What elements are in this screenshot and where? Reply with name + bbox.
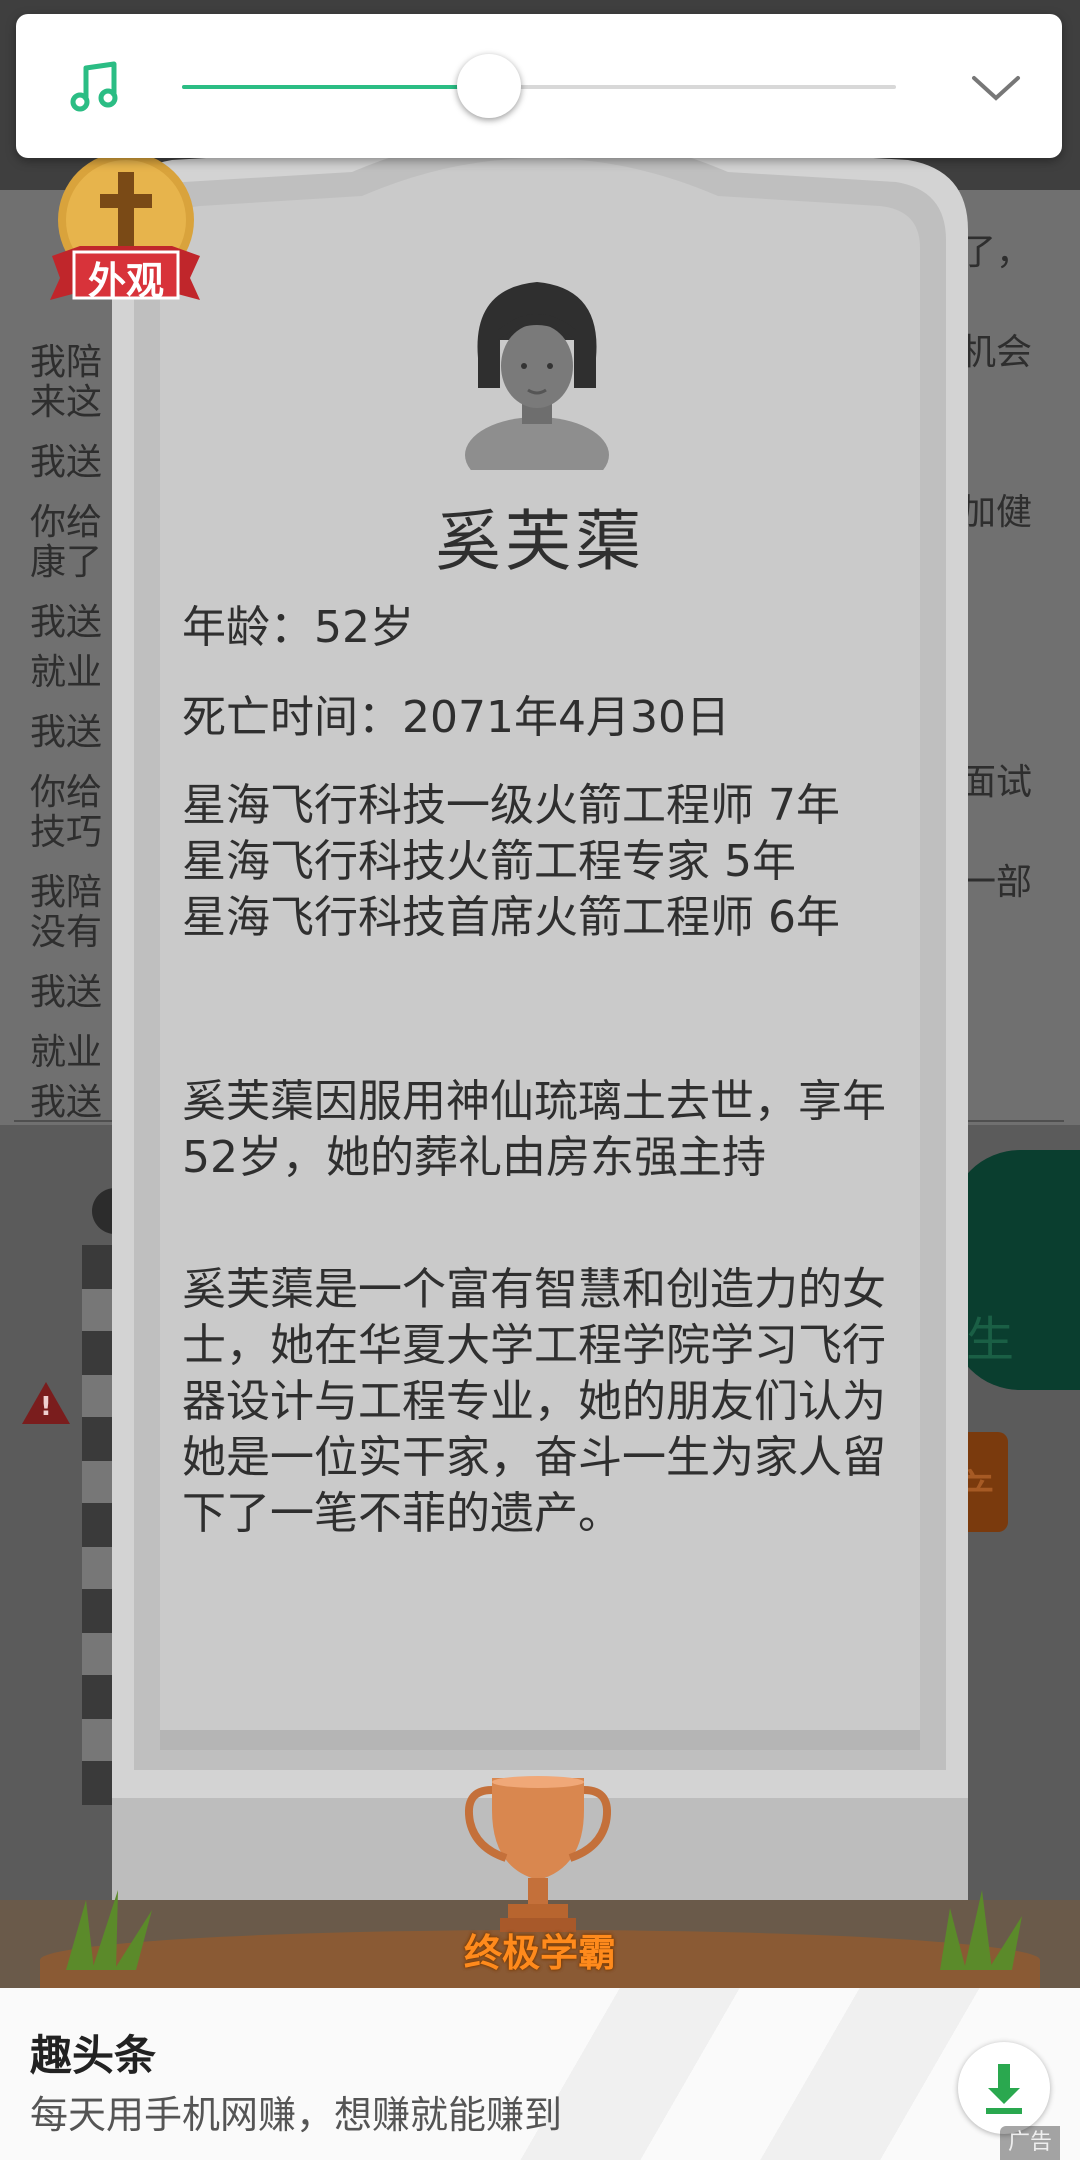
background-log-line: 没有 <box>30 912 103 953</box>
chevron-down-icon[interactable] <box>954 52 1038 122</box>
ad-tag: 广告 <box>1000 2126 1061 2160</box>
music-note-icon[interactable] <box>70 60 122 112</box>
volume-slider[interactable] <box>182 54 896 118</box>
background-log-line: 我送 <box>30 602 103 643</box>
achievement-title: 终极学霸 <box>463 1931 616 1975</box>
career-history-text: 星海飞行科技一级火箭工程师 7年 星海飞行科技火箭工程专家 5年 星海飞行科技首… <box>182 780 840 943</box>
download-icon <box>986 2064 1022 2114</box>
background-log-fragment: 了， <box>959 232 1032 273</box>
background-log-line: 来这 <box>30 382 103 423</box>
background-log-fragment: 面试 <box>959 762 1032 803</box>
volume-slider-fill <box>182 85 490 89</box>
background-live-button: 生 <box>950 1150 1080 1390</box>
ad-download-button[interactable] <box>958 2042 1050 2134</box>
background-log-line: 就业 <box>30 1032 103 1073</box>
music-player-bar <box>16 14 1062 158</box>
ad-description[interactable]: 每天用手机网赚，想赚就能赚到 <box>30 2084 562 2139</box>
ad-title[interactable]: 趣头条 <box>30 2022 156 2083</box>
woman-avatar-icon <box>465 282 609 470</box>
background-log-line: 我送 <box>30 442 103 483</box>
background-log-line: 就业 <box>30 652 103 693</box>
death-note-text: 奚芙蕖因服用神仙琉璃土去世，享年52岁，她的葬礼由房东强主持 <box>182 1076 886 1183</box>
background-log-line: 我送 <box>30 712 103 753</box>
death-time-text: 死亡时间：2071年4月30日 <box>182 692 730 743</box>
trophy-icon <box>465 1776 611 1932</box>
deceased-name: 奚芙蕖 <box>435 503 645 580</box>
warning-icon: ! <box>22 1382 70 1424</box>
background-log-fragment: 机会 <box>959 332 1032 373</box>
appearance-label: 外观 <box>87 259 164 303</box>
background-log-line: 我送 <box>30 972 103 1013</box>
background-log-fragment: 一部 <box>959 862 1032 903</box>
background-log-line: 技巧 <box>30 812 103 853</box>
age-text: 年龄：52岁 <box>182 602 414 653</box>
biography-text: 奚芙蕖是一个富有智慧和创造力的女士，她在华夏大学工程学院学习飞行器设计与工程专业… <box>182 1264 886 1539</box>
volume-slider-thumb[interactable] <box>457 54 522 118</box>
